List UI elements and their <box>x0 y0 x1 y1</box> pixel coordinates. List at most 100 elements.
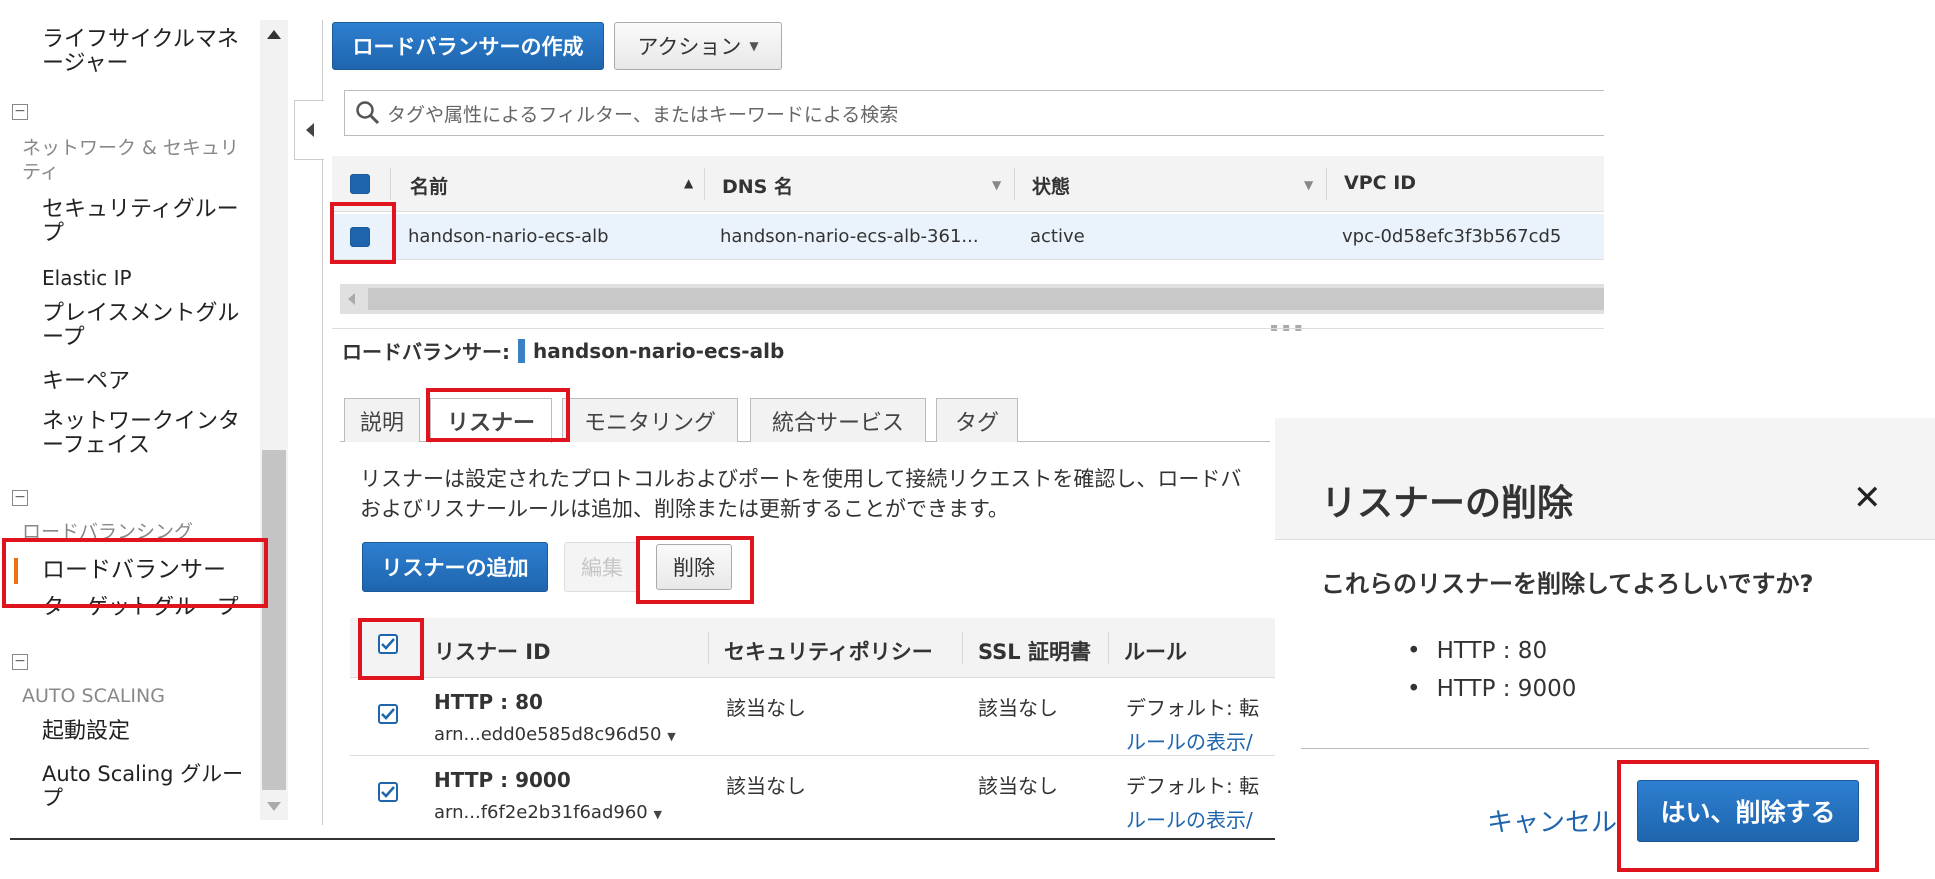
listener-arn[interactable]: arn...edd0e585d8c96d50 ▼ <box>434 724 676 745</box>
listener-arn[interactable]: arn...f6f2e2b31f6ad960 ▼ <box>434 802 662 823</box>
detail-lb-name: handson-nario-ecs-alb <box>533 338 785 363</box>
close-icon[interactable]: ✕ <box>1853 478 1882 518</box>
highlight-select-all-checkbox <box>358 618 424 680</box>
table-row[interactable]: HTTP : 80 arn...edd0e585d8c96d50 ▼ 該当なし … <box>350 680 1275 756</box>
caret-down-icon: ▼ <box>667 730 676 743</box>
horizontal-scrollbar[interactable] <box>340 284 1604 314</box>
scroll-thumb[interactable] <box>368 288 1604 310</box>
list-item: • HTTP : 80 <box>1407 638 1548 664</box>
actions-dropdown[interactable]: アクション ▼ <box>614 22 782 70</box>
sort-asc-icon[interactable]: ▲ <box>684 176 693 190</box>
sidebar-item-security-group[interactable]: セキュリティグループ <box>42 198 247 246</box>
add-listener-button[interactable]: リスナーの追加 <box>362 542 548 592</box>
highlight-listeners-tab <box>426 388 570 442</box>
cell-ssl: 該当なし <box>978 774 1058 798</box>
cell-ssl: 該当なし <box>978 696 1058 720</box>
listener-table: リスナー ID セキュリティポリシー SSL 証明書 ルール HTTP : 80… <box>350 618 1275 838</box>
detail-label: ロードバランサー: <box>342 340 510 364</box>
actions-label: アクション <box>637 35 742 59</box>
table-row[interactable]: HTTP : 9000 arn...f6f2e2b31f6ad960 ▼ 該当な… <box>350 758 1275 834</box>
tab-monitoring[interactable]: モニタリング <box>562 398 738 442</box>
arn-text: arn...edd0e585d8c96d50 <box>434 724 662 745</box>
col-separator <box>390 168 391 200</box>
lb-table: 名前 ▲ DNS 名 ▼ 状態 ▼ VPC ID handson-nario-e… <box>332 156 1604 284</box>
search-bar[interactable]: タグや属性によるフィルター、またはキーワードによる検索 <box>344 90 1604 136</box>
delete-listener-dialog: リスナーの削除 ✕ これらのリスナーを削除してよろしいですか? • HTTP : … <box>1275 418 1935 879</box>
table-row[interactable]: handson-nario-ecs-alb handson-nario-ecs-… <box>332 214 1604 260</box>
header-dns[interactable]: DNS 名 <box>722 172 793 199</box>
col-separator <box>962 632 963 664</box>
scroll-thumb[interactable] <box>262 450 286 790</box>
sidebar-item-auto-scaling-group[interactable]: Auto Scaling グループ <box>42 762 247 810</box>
sidebar-item-lifecycle[interactable]: ライフサイクルマネージャー <box>42 28 247 76</box>
tab-tags[interactable]: タグ <box>936 398 1018 442</box>
header-rules[interactable]: ルール <box>1124 636 1187 666</box>
scroll-left-icon[interactable] <box>348 293 355 305</box>
collapse-icon[interactable]: − <box>12 490 28 506</box>
dialog-title: リスナーの削除 <box>1321 483 1574 524</box>
cell-vpc: vpc-0d58efc3f3b567cd5 <box>1342 226 1562 247</box>
col-separator <box>704 168 705 200</box>
sidebar-item-placement-group[interactable]: プレイスメントグループ <box>42 302 247 350</box>
scroll-up-icon[interactable] <box>267 30 281 39</box>
sort-icon[interactable]: ▼ <box>1304 178 1313 192</box>
cell-dns: handson-nario-ecs-alb-361... <box>720 226 979 247</box>
scroll-down-icon[interactable] <box>267 802 281 811</box>
panel-collapse-button[interactable] <box>294 100 324 160</box>
highlight-confirm-button <box>1617 760 1879 872</box>
view-rules-link[interactable]: ルールの表示/ <box>1126 804 1253 833</box>
view-rules-link[interactable]: ルールの表示/ <box>1126 726 1253 755</box>
search-placeholder: タグや属性によるフィルター、またはキーワードによる検索 <box>387 103 899 126</box>
check-icon <box>381 786 395 798</box>
detail-marker <box>518 338 525 363</box>
cell-rule: デフォルト: 転 <box>1126 774 1260 798</box>
header-listener-id[interactable]: リスナー ID <box>434 636 551 666</box>
sidebar-group-auto-scaling: AUTO SCALING <box>22 685 165 707</box>
sidebar-scrollbar[interactable] <box>260 20 288 820</box>
col-separator <box>1108 632 1109 664</box>
listener-checkbox[interactable] <box>378 704 398 724</box>
pane-divider <box>332 328 1604 329</box>
dialog-divider <box>1301 748 1869 749</box>
listener-checkbox[interactable] <box>378 782 398 802</box>
resize-handle[interactable]: ▪▪▪ <box>1270 320 1306 334</box>
listener-table-header: リスナー ID セキュリティポリシー SSL 証明書 ルール <box>350 618 1275 678</box>
lb-table-header: 名前 ▲ DNS 名 ▼ 状態 ▼ VPC ID <box>332 156 1604 212</box>
dialog-question: これらのリスナーを削除してよろしいですか? <box>1321 570 1814 598</box>
header-vpc[interactable]: VPC ID <box>1344 172 1416 194</box>
header-state[interactable]: 状態 <box>1032 172 1070 199</box>
dialog-header: リスナーの削除 ✕ <box>1275 418 1935 540</box>
collapse-icon[interactable]: − <box>12 654 28 670</box>
sidebar-group-load-balancing: ロードバランシング <box>22 521 194 540</box>
header-name[interactable]: 名前 <box>410 172 448 199</box>
cancel-button[interactable]: キャンセル <box>1487 802 1617 839</box>
header-security-policy[interactable]: セキュリティポリシー <box>724 636 933 666</box>
sort-icon[interactable]: ▼ <box>992 178 1001 192</box>
header-ssl[interactable]: SSL 証明書 <box>978 636 1091 666</box>
cell-rule: デフォルト: 転 <box>1126 696 1260 720</box>
sidebar-item-network-interface[interactable]: ネットワークインターフェイス <box>42 410 247 458</box>
cell-policy: 該当なし <box>726 696 806 720</box>
sidebar-item-launch-config[interactable]: 起動設定 <box>42 720 247 744</box>
description-line-1: リスナーは設定されたプロトコルおよびポートを使用して接続リクエストを確認し、ロー… <box>360 467 1242 491</box>
collapse-left-icon <box>305 123 314 137</box>
cell-name: handson-nario-ecs-alb <box>408 226 609 247</box>
cell-state: active <box>1030 226 1085 247</box>
listener-id: HTTP : 80 <box>434 690 543 714</box>
list-item: • HTTP : 9000 <box>1407 676 1577 702</box>
create-load-balancer-button[interactable]: ロードバランサーの作成 <box>332 22 604 70</box>
tab-description[interactable]: 説明 <box>344 398 420 442</box>
col-separator <box>1014 168 1015 200</box>
listener-description: リスナーは設定されたプロトコルおよびポートを使用して接続リクエストを確認し、ロー… <box>360 464 1280 524</box>
check-icon <box>381 708 395 720</box>
highlight-row-checkbox <box>330 202 396 264</box>
edit-button[interactable]: 編集 <box>564 542 640 592</box>
select-all-checkbox[interactable] <box>350 174 370 194</box>
chevron-down-icon: ▼ <box>749 39 759 53</box>
sidebar-item-keypair[interactable]: キーペア <box>42 370 247 394</box>
collapse-icon[interactable]: − <box>12 104 28 120</box>
tab-integrated-services[interactable]: 統合サービス <box>750 398 926 442</box>
sidebar: ライフサイクルマネージャー − ネットワーク & セキュリティ セキュリティグル… <box>0 0 290 830</box>
detail-title: ロードバランサー: handson-nario-ecs-alb <box>342 336 784 365</box>
sidebar-item-elastic-ip[interactable]: Elastic IP <box>42 266 247 290</box>
